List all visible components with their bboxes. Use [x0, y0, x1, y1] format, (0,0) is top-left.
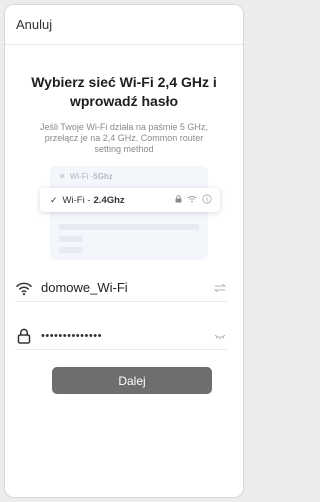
wifi-name-field[interactable]: domowe_Wi-Fi	[15, 274, 227, 302]
lock-icon	[17, 328, 31, 344]
password-field[interactable]: ••••••••••••••	[15, 322, 227, 350]
placeholder-bar	[59, 236, 83, 242]
wifi-name-value[interactable]: domowe_Wi-Fi	[41, 280, 213, 295]
wifi-24g-icons	[175, 194, 212, 204]
lock-icon	[175, 195, 182, 203]
wifi-icon	[16, 282, 32, 295]
info-icon	[202, 194, 212, 204]
wifi-24g-card: ✓ Wi-Fi - 2.4Ghz	[40, 188, 220, 212]
wifi-24g-prefix: Wi-Fi -	[62, 194, 91, 206]
page-title: Wybierz sieć Wi-Fi 2,4 GHz i wprowadź ha…	[31, 74, 217, 109]
wifi-5g-prefix: Wi-Fi -	[69, 172, 94, 181]
close-icon: ✕	[59, 172, 66, 181]
wifi-icon	[187, 196, 197, 203]
eye-closed-icon[interactable]	[213, 329, 227, 343]
router-band-illustration: ✕ Wi-Fi - 5Ghz ✓ Wi-Fi - 2.4Ghz	[40, 166, 220, 260]
switch-network-icon[interactable]	[213, 281, 227, 295]
wifi-24g-band: 2.4Ghz	[93, 194, 125, 206]
next-button[interactable]: Dalej	[52, 367, 212, 394]
placeholder-bar	[59, 224, 199, 230]
cancel-button[interactable]: Anuluj	[16, 17, 52, 32]
password-value[interactable]: ••••••••••••••	[41, 330, 213, 342]
instructions-text: Jeśli Twoje Wi-Fi działa na paśmie 5 GHz…	[40, 122, 208, 154]
wifi-5g-row: ✕ Wi-Fi - 5Ghz	[59, 172, 113, 181]
checkmark-icon: ✓	[50, 194, 58, 205]
placeholder-bar	[59, 247, 83, 253]
header: Anuluj	[5, 5, 243, 45]
wifi-5g-band: 5Ghz	[93, 172, 113, 181]
